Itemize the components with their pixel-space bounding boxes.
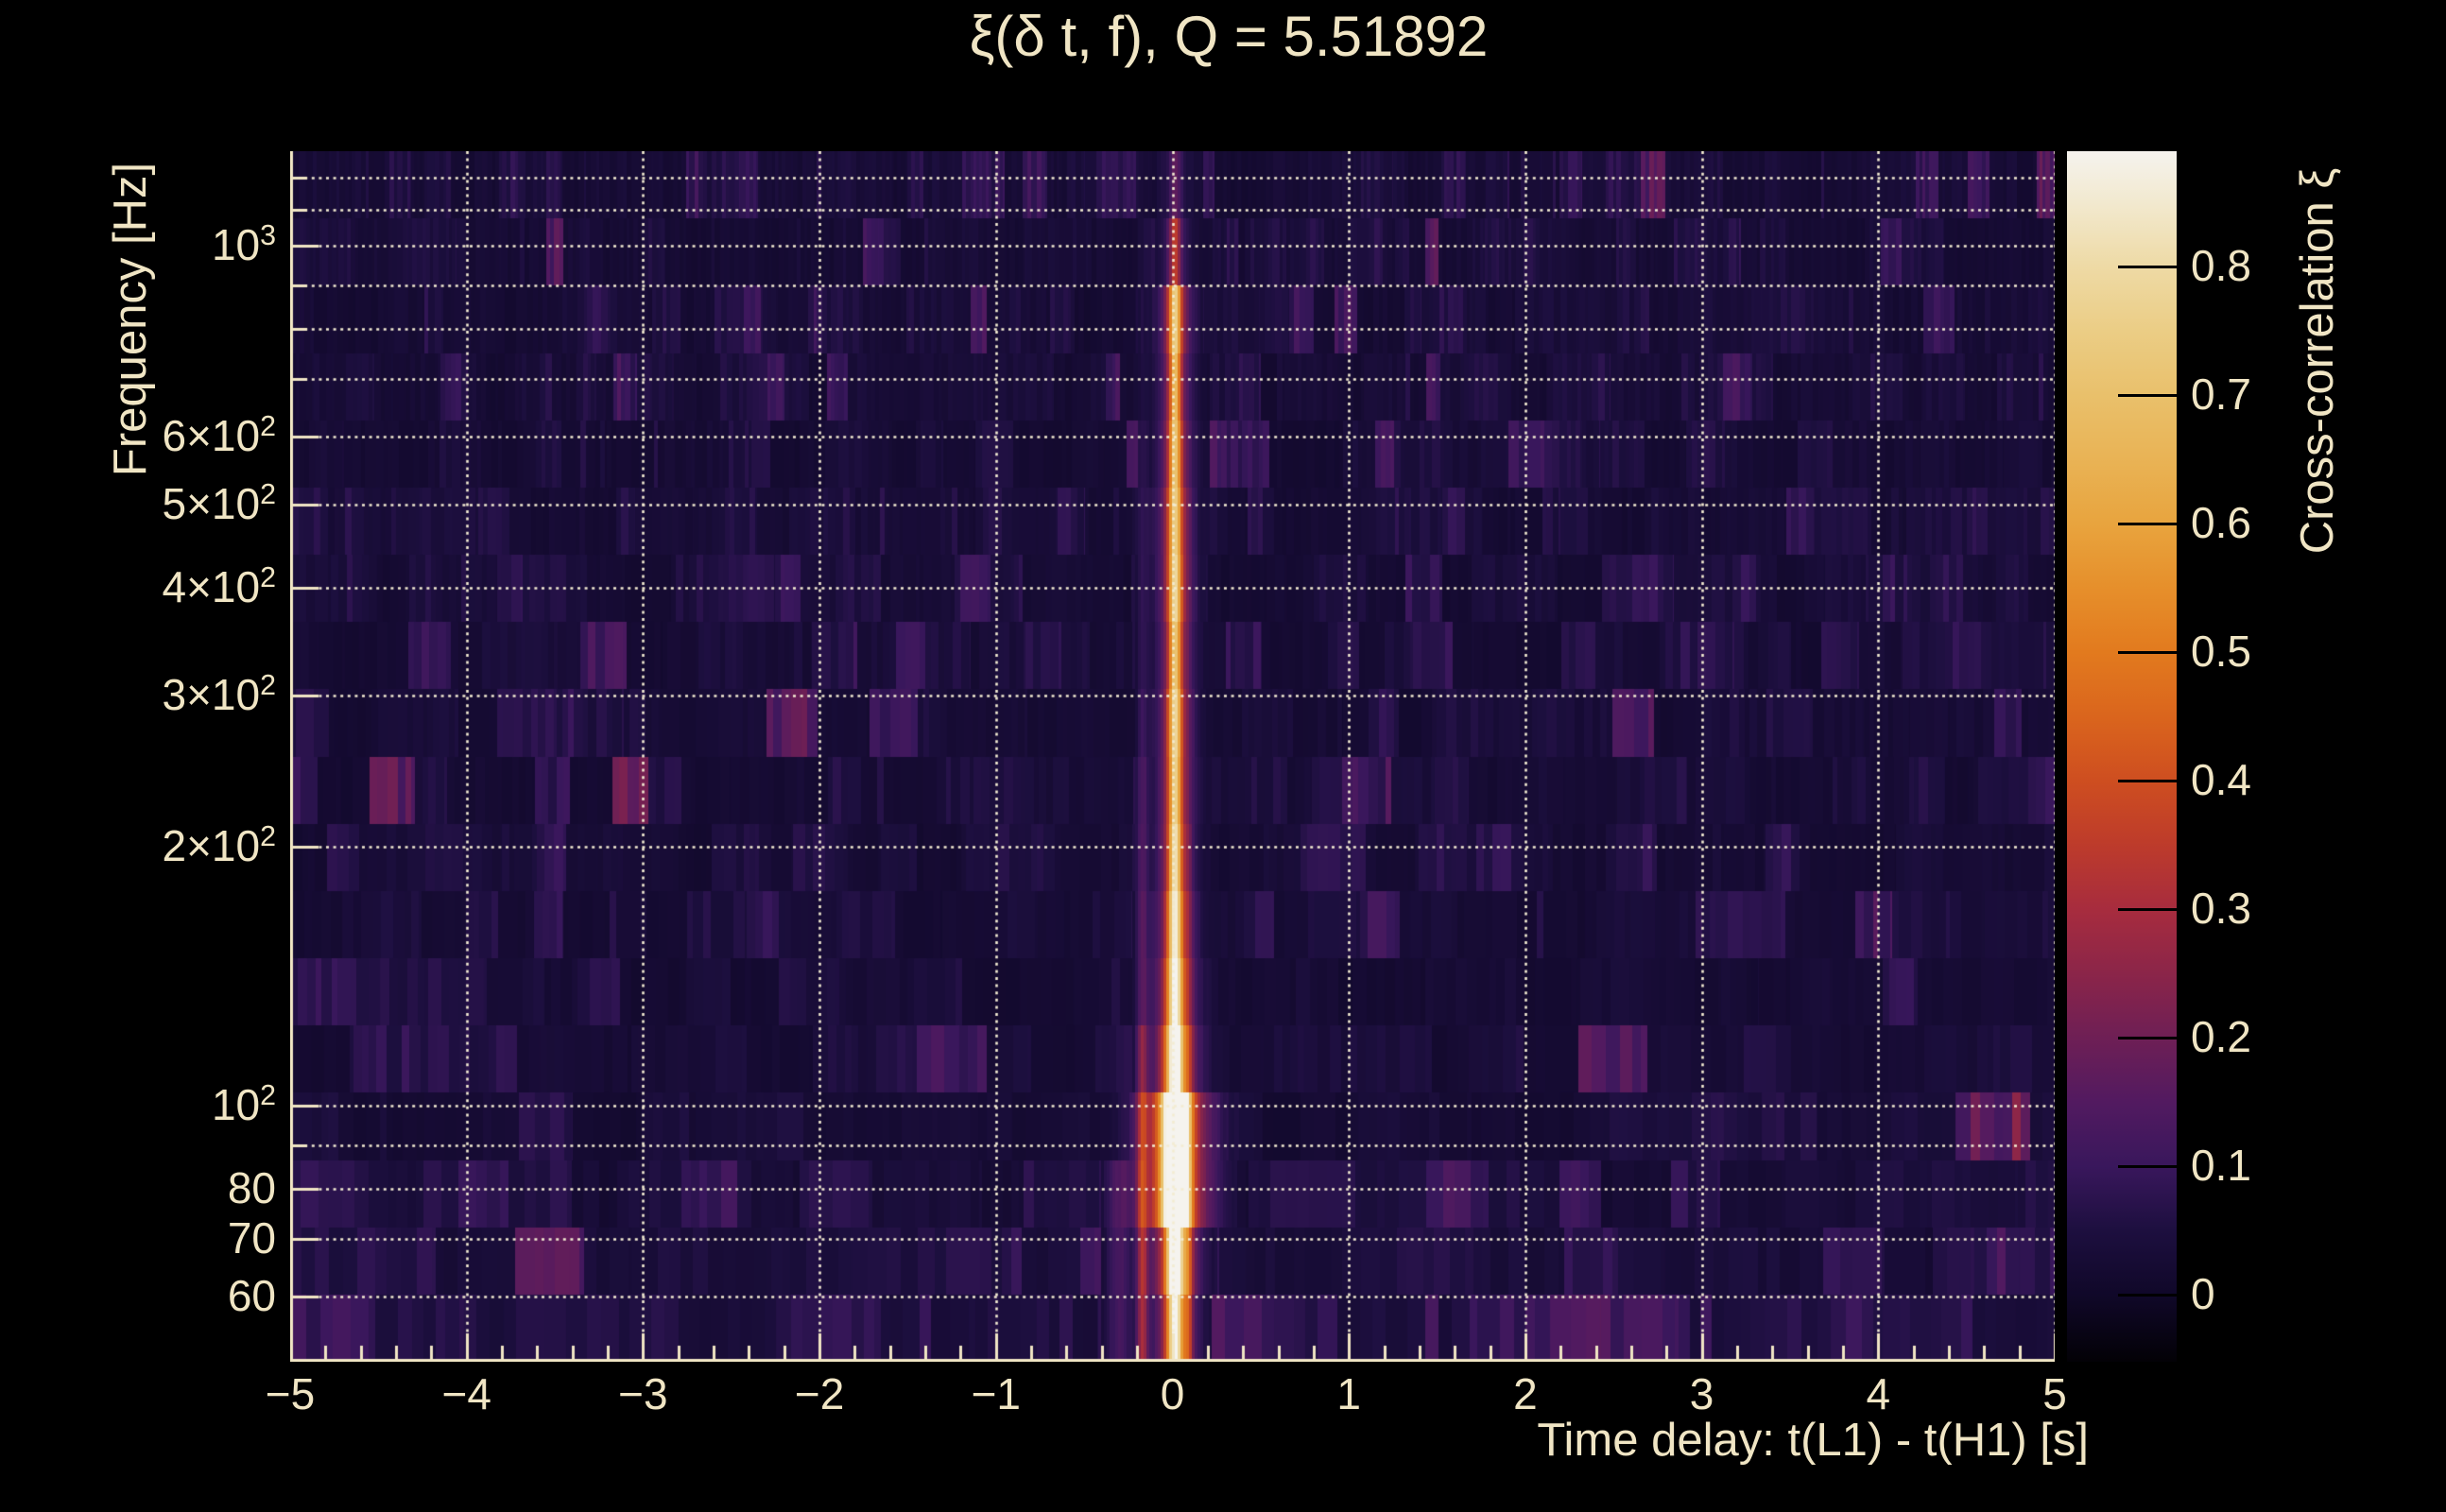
y-tick-label: 102 [211,1079,276,1130]
colorbar [2067,151,2177,1362]
y-tick-label: 5×102 [162,478,276,529]
y-tick-label: 70 [227,1213,276,1263]
colorbar-tick-label: 0.2 [2191,1012,2251,1062]
colorbar-tick [2118,522,2177,525]
x-tick-label: 4 [1866,1369,1891,1418]
y-axis-title: Frequency [Hz] [105,162,156,477]
colorbar-tick-label: 0.8 [2191,241,2251,291]
colorbar-tick [2118,1164,2177,1168]
figure-root: ξ(δ t, f), Q = 5.51892 Frequency [Hz] Ti… [0,0,2446,1512]
x-tick-label: −5 [265,1369,316,1418]
colorbar-tick-label: 0.1 [2191,1141,2251,1191]
y-tick-label: 6×102 [162,410,276,461]
colorbar-tick-label: 0.7 [2191,369,2251,420]
x-tick-label: 1 [1336,1369,1361,1418]
y-tick-label: 2×102 [162,820,276,871]
x-tick-label: −4 [441,1369,491,1418]
x-tick-label: −3 [618,1369,668,1418]
colorbar-tick-label: 0.4 [2191,755,2251,805]
colorbar-tick [2118,650,2177,654]
colorbar-tick [2118,393,2177,397]
colorbar-tick [2118,1036,2177,1040]
y-tick-label: 3×102 [162,669,276,720]
chart-title: ξ(δ t, f), Q = 5.51892 [969,5,1489,68]
y-tick-label: 80 [227,1163,276,1213]
y-tick-label: 103 [211,219,276,270]
colorbar-tick-label: 0.5 [2191,627,2251,677]
x-tick-label: 5 [2042,1369,2067,1418]
colorbar-tick-label: 0.3 [2191,884,2251,934]
y-tick-label: 4×102 [162,561,276,612]
x-tick-label: −1 [971,1369,1022,1418]
colorbar-tick-label: 0 [2191,1269,2215,1319]
x-tick-label: 3 [1689,1369,1714,1418]
x-tick-label: 0 [1160,1369,1185,1418]
x-tick-label: −2 [794,1369,845,1418]
colorbar-tick [2118,907,2177,911]
heatmap-canvas [290,151,2055,1362]
colorbar-title: Cross-correlation ξ [2292,167,2343,555]
y-tick-label: 60 [227,1271,276,1321]
x-tick-label: 2 [1513,1369,1538,1418]
colorbar-tick [2118,1293,2177,1297]
x-axis-title: Time delay: t(L1) - t(H1) [s] [1537,1415,2089,1466]
colorbar-tick [2118,779,2177,782]
colorbar-tick-label: 0.6 [2191,498,2251,548]
colorbar-tick [2118,265,2177,268]
